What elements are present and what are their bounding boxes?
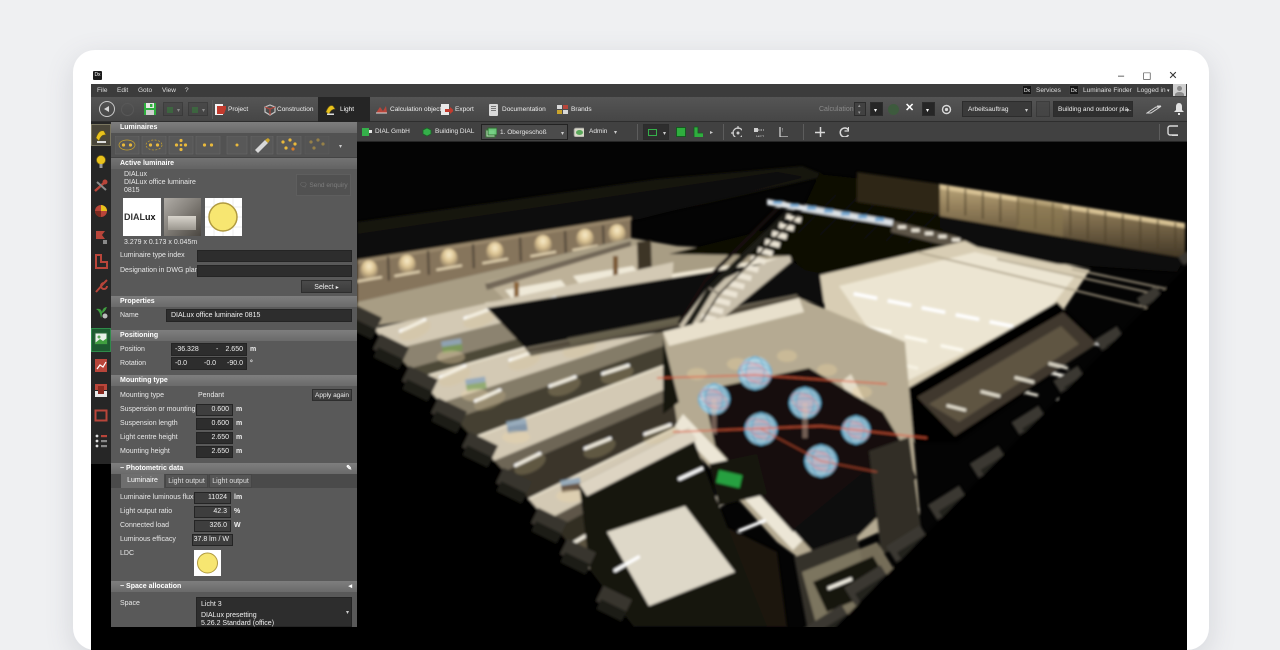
svg-text:METR: METR [756, 134, 764, 137]
svg-text:▾: ▾ [339, 144, 342, 150]
svg-text:!: ! [782, 128, 783, 134]
